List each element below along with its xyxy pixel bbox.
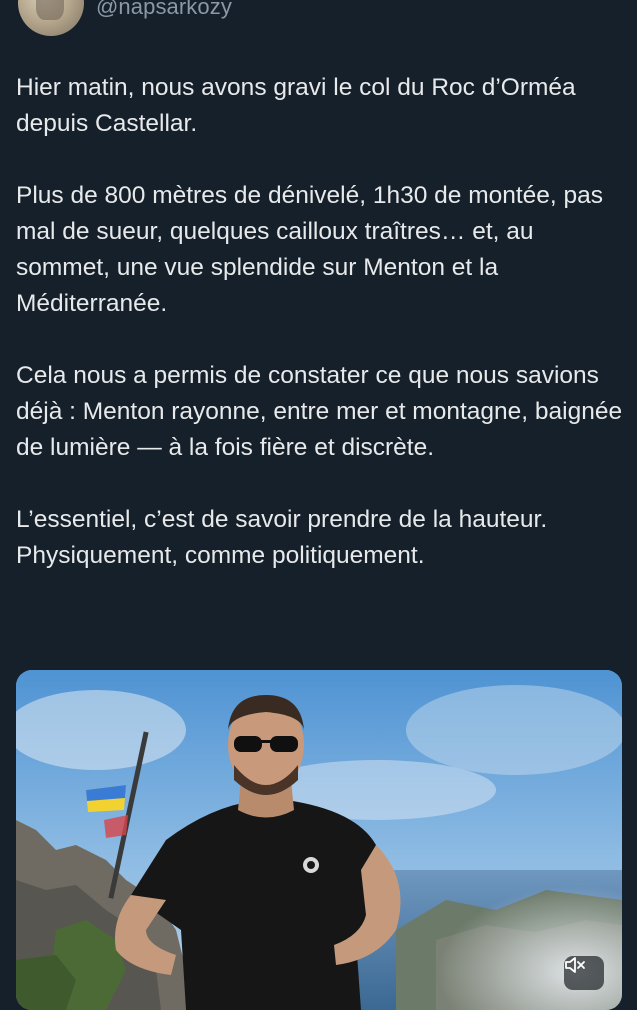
tweet-video[interactable] <box>16 670 622 1010</box>
tweet-paragraph: L’essentiel, c’est de savoir prendre de … <box>16 506 548 569</box>
tweet-paragraph: Cela nous a permis de constater ce que n… <box>16 362 623 461</box>
mute-glyph <box>565 957 585 973</box>
profile-avatar[interactable] <box>18 0 84 36</box>
tweet-body: Hier matin, nous avons gravi le col du R… <box>16 70 624 610</box>
tweet-paragraph: Hier matin, nous avons gravi le col du R… <box>16 74 576 137</box>
video-frame <box>16 670 622 1010</box>
volume-muted-icon[interactable] <box>564 956 604 990</box>
author-handle[interactable]: @napsarkozy <box>96 0 232 20</box>
tweet-header: @napsarkozy <box>0 0 637 40</box>
tweet-paragraph: Plus de 800 mètres de dénivelé, 1h30 de … <box>16 182 604 317</box>
